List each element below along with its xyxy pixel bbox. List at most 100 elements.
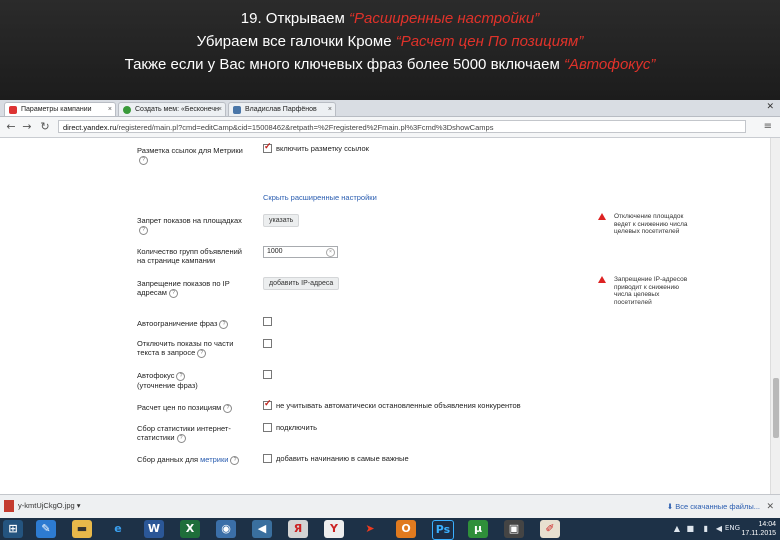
hide-advanced-settings-link[interactable]: Скрыть расширенные настройки [263,193,377,202]
ip-block-warning: Запрещение IP-адресов приводит к снижени… [598,276,688,306]
groups-per-page-input[interactable]: 1000 × [263,246,338,258]
back-arrow-icon[interactable]: ← [4,120,18,133]
ip-block-control: добавить IP-адреса [263,277,340,290]
restrict-sites-control: указать [263,214,300,227]
tray-up-arrow-icon[interactable]: ▲ [674,524,680,533]
downloads-bar: y-kmtUjCkgO.jpg ▾ ⬇ Все скачанные файлы.… [0,494,780,519]
metrika-label: Разметка ссылок для Метрики? [137,146,243,165]
stats-option: подключить [276,422,318,432]
yandex-favicon-icon [9,106,17,114]
ip-block-label: Запрещение показов по IP адресам? [137,279,230,298]
clock[interactable]: 14:04 17.11.2015 [741,520,776,538]
stats-label: Сбор статистики интернет-статистики? [137,424,231,443]
price-by-position-checkbox[interactable] [263,398,272,410]
url-input[interactable]: direct.yandex.ru/registered/main.pl?cmd=… [58,120,746,133]
windows-taskbar: ⊞ ✎ ▬ e W X ◉ ◀ Я Y ➤ O Ps μ ▣ ✐ ▲ ■ ▮ ◀… [0,518,780,540]
help-icon[interactable]: ? [219,319,229,329]
restrict-sites-button[interactable]: указать [263,214,300,227]
media-player-icon[interactable]: ◀ [252,520,272,538]
clear-icon[interactable]: × [326,248,335,257]
autobroad-control [263,316,272,326]
help-icon[interactable]: ? [139,225,148,235]
stats-control: подключить [263,422,317,432]
reload-icon[interactable]: ↻ [38,120,52,133]
restrict-sites-label: Запрет показов на площадках? [137,216,242,235]
metrika-option-label: включить разметку ссылок [276,143,369,153]
slide-step-title: 19. Открываем “Расширенные настройки” [240,10,540,27]
slide-instruction: Убираем все галочки Кроме “Расчет цен По… [196,33,584,50]
similar-checkbox[interactable] [263,453,272,463]
photoshop-icon[interactable]: Ps [432,520,454,540]
download-item[interactable]: y-kmtUjCkgO.jpg ▾ [4,500,81,512]
browser-tab-bar: Параметры кампании × Создать мем: «Бескон… [0,100,780,117]
forward-arrow-icon[interactable]: → [20,120,34,133]
similar-control: добавить начинанию в самые важные [263,453,409,463]
autobroad-checkbox[interactable] [263,316,272,326]
outlook-icon[interactable]: O [396,520,416,538]
ie-icon[interactable]: e [108,520,128,538]
price-by-position-control: не учитывать автоматически остановленные… [263,398,521,410]
help-icon[interactable]: ? [197,348,207,358]
yandex-browser-icon[interactable]: Y [324,520,344,538]
metrika-link[interactable]: метрики [200,455,228,464]
tab-meme[interactable]: Создать мем: «Бесконечн × [118,102,226,116]
tray-app-icon[interactable]: ■ [686,524,694,533]
language-indicator[interactable]: ENG [725,524,740,532]
help-icon[interactable]: ? [223,403,233,413]
image-file-icon [4,500,14,512]
volume-icon[interactable]: ◀ [716,524,722,533]
yandex-icon[interactable]: Я [288,520,308,538]
similar-label: Сбор данных для метрики? [137,455,249,465]
word-icon[interactable]: W [144,520,164,538]
help-icon[interactable]: ? [168,288,178,298]
metrika-control: включить разметку ссылок [263,141,369,153]
tab-vk-profile[interactable]: Владислав Парфёнов × [228,102,336,116]
start-icon[interactable]: ⊞ [3,520,23,538]
close-icon[interactable]: × [328,103,332,116]
slide-note: Также если у Вас много ключевых фраз бол… [124,56,656,73]
excel-icon[interactable]: X [180,520,200,538]
help-icon[interactable]: ? [176,371,186,381]
download-arrow-icon: ⬇ [666,502,674,511]
film-icon[interactable]: ▣ [504,520,524,538]
scrollbar-thumb[interactable] [773,378,779,438]
warning-icon [598,213,606,220]
help-icon[interactable]: ? [139,155,148,165]
vertical-scrollbar[interactable] [770,138,780,494]
price-by-position-label: Расчет цен по позициям? [137,403,249,413]
network-icon[interactable]: ▮ [704,524,708,533]
stop-words-label: Отключить показы по части текста в запро… [137,339,234,358]
stop-words-control [263,338,272,348]
tab-campaign-params[interactable]: Параметры кампании × [4,102,116,116]
send-icon[interactable]: ➤ [360,520,380,538]
metrika-checkbox[interactable] [263,141,272,153]
torrent-icon[interactable]: μ [468,520,488,538]
stop-words-checkbox[interactable] [263,338,272,348]
autofocus-checkbox[interactable] [263,369,272,379]
add-ip-button[interactable]: добавить IP-адреса [263,277,340,290]
close-icon[interactable]: × [218,103,222,116]
autofocus-label: Автофокус? (уточнение фраз) [137,371,198,390]
window-close-icon[interactable]: ✕ [766,102,774,112]
slide-header: 19. Открываем “Расширенные настройки” Уб… [0,0,780,100]
close-icon[interactable]: × [108,103,112,116]
close-icon[interactable]: ✕ [766,501,774,512]
paint-icon[interactable]: ✐ [540,520,560,538]
groups-per-page-label: Количество групп объявлений на странице … [137,247,242,265]
groups-per-page-control: 1000 × [263,246,338,258]
help-icon[interactable]: ? [176,433,186,443]
tool-app-icon[interactable]: ✎ [36,520,56,538]
warning-icon [598,276,606,283]
stats-checkbox[interactable] [263,422,272,432]
autobroad-label: Автоограничение фраз? [137,319,249,329]
autofocus-control [263,369,272,379]
folder-icon[interactable]: ▬ [72,520,92,538]
vk-favicon-icon [233,106,241,114]
meme-favicon-icon [123,106,131,114]
campaign-settings-page: Разметка ссылок для Метрики? включить ра… [0,138,770,494]
help-icon[interactable]: ? [230,455,240,465]
show-all-downloads-link[interactable]: ⬇ Все скачанные файлы... [667,502,760,511]
menu-icon[interactable]: ≡ [764,121,772,132]
similar-option: добавить начинанию в самые важные [276,453,409,463]
chrome-icon[interactable]: ◉ [216,520,236,538]
